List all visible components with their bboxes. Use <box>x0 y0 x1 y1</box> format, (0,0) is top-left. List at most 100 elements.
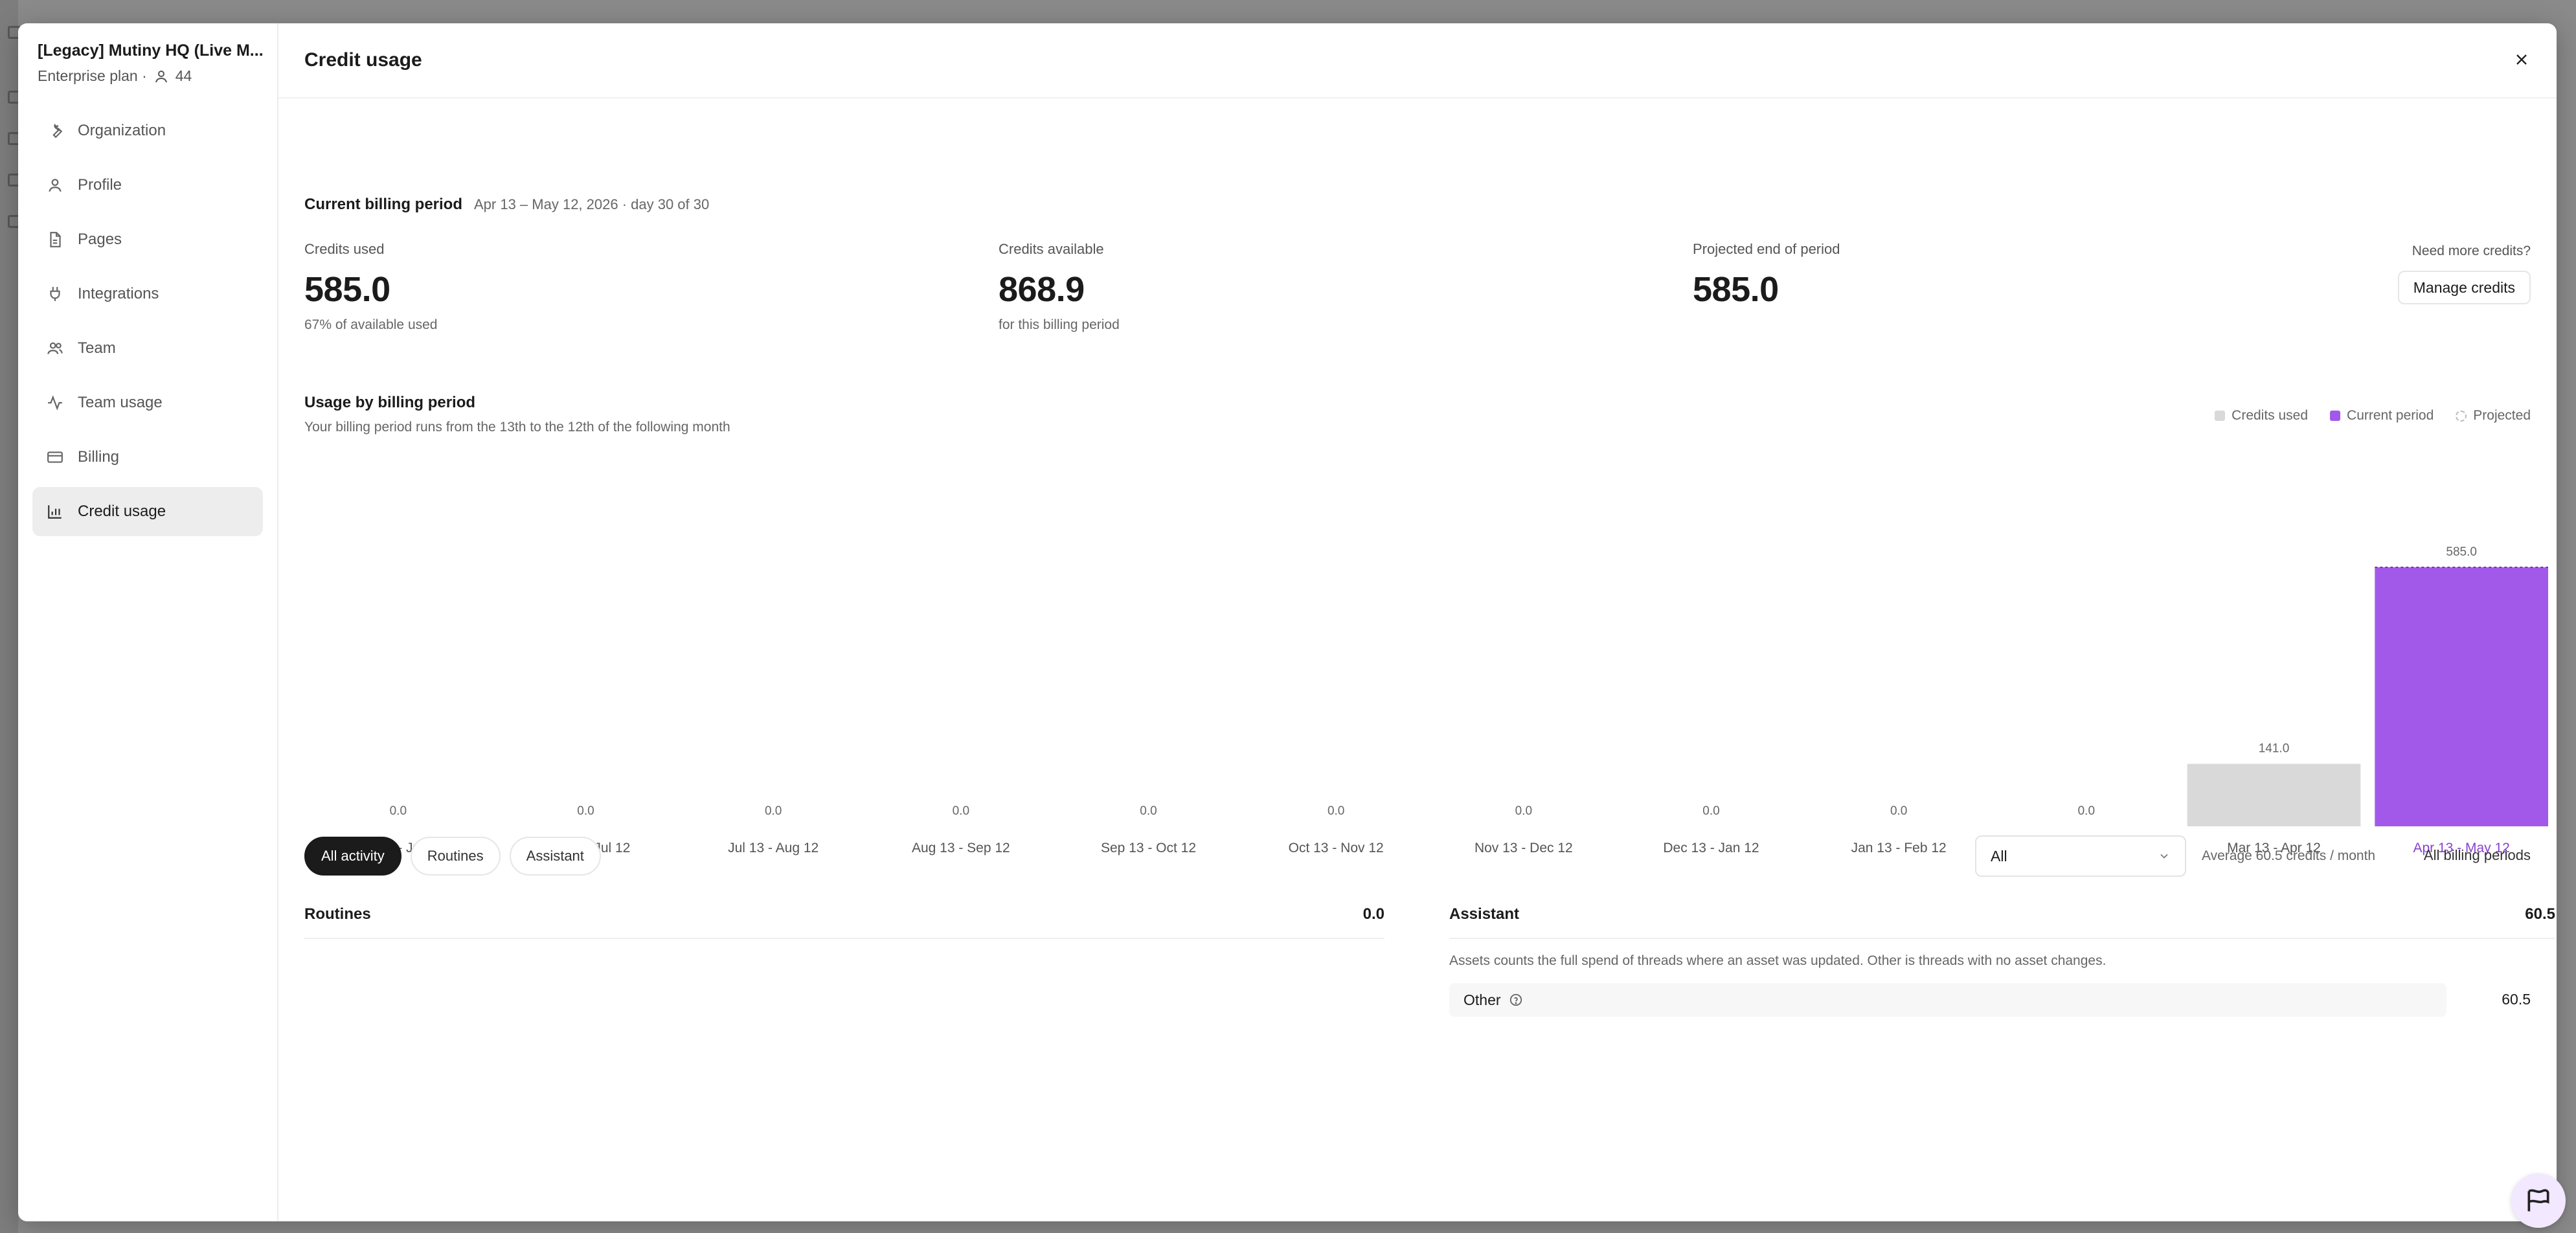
x-axis-tick-label: Dec 13 - Jan 12 <box>1663 841 1759 855</box>
tab-routines[interactable]: Routines <box>410 837 501 876</box>
billing-period-title: Current billing period <box>304 196 462 213</box>
sidebar-item-organization[interactable]: Organization <box>32 106 263 155</box>
plug-icon <box>50 287 60 301</box>
credits-available-label: Credits available <box>999 241 1104 257</box>
billing-period-range: Apr 13 – May 12, 2026 · day 30 of 30 <box>474 196 710 212</box>
sidebar-item-credit-usage[interactable]: Credit usage <box>32 487 263 536</box>
tab-assistant[interactable]: Assistant <box>509 837 601 876</box>
assistant-panel-header: Assistant 60.5 <box>1449 905 2555 923</box>
org-name: [Legacy] Mutiny HQ (Live M... <box>38 41 264 60</box>
sidebar-item-team[interactable]: Team <box>32 324 263 373</box>
credits-available-value: 868.9 <box>999 270 1085 309</box>
routines-panel-header: Routines 0.0 <box>304 905 1384 923</box>
activity-filter-select[interactable]: All <box>1975 835 2186 877</box>
bar-value-label: 0.0 <box>953 804 969 818</box>
assistant-row-other: Other <box>1449 983 2446 1017</box>
settings-nav: Organization Profile Pages Integrations … <box>32 106 263 541</box>
projected-stat: Projected end of period 585.0 <box>1693 241 1840 310</box>
credits-used-label: Credits used <box>304 241 385 257</box>
chart-legend: Credits used Current period Projected <box>2215 408 2531 424</box>
user-icon <box>49 179 62 192</box>
x-axis-tick-label: Jul 13 - Aug 12 <box>728 841 819 855</box>
sidebar-item-billing[interactable]: Billing <box>32 433 263 482</box>
sidebar-item-label: Integrations <box>78 285 159 302</box>
activity-tabs: All activity Routines Assistant <box>304 837 601 876</box>
support-chat-button[interactable] <box>2511 1173 2566 1228</box>
tab-all-activity[interactable]: All activity <box>304 837 401 876</box>
assistant-note: Assets counts the full spend of threads … <box>1449 953 2107 968</box>
x-axis-tick-label: Oct 13 - Nov 12 <box>1289 841 1384 855</box>
credits-available-stat: Credits available 868.9 for this billing… <box>999 241 1120 333</box>
legend-swatch <box>2215 411 2226 421</box>
bar-value-label: 0.0 <box>765 804 782 818</box>
sidebar-item-label: Billing <box>78 448 120 466</box>
sidebar-item-integrations[interactable]: Integrations <box>32 269 263 319</box>
sidebar-item-pages[interactable]: Pages <box>32 215 263 264</box>
row-label: Other <box>1463 991 1501 1008</box>
flag-icon <box>2527 1189 2549 1212</box>
projected-value: 585.0 <box>1693 270 1779 309</box>
legend-projected: Projected <box>2456 408 2531 424</box>
routines-title: Routines <box>304 905 371 923</box>
usage-title: Usage by billing period <box>304 394 476 411</box>
x-axis-tick-label: Nov 13 - Dec 12 <box>1474 841 1573 855</box>
bar-value-label: 0.0 <box>1328 804 1344 818</box>
bar-chart-icon <box>48 505 62 519</box>
sidebar-item-label: Organization <box>78 122 166 139</box>
member-icon <box>155 70 167 82</box>
sidebar-item-profile[interactable]: Profile <box>32 161 263 210</box>
legend-swatch <box>2456 410 2467 422</box>
bar-value-label: 0.0 <box>1702 804 1719 818</box>
plan-label: Enterprise plan · <box>38 67 147 84</box>
page-title: Credit usage <box>304 49 422 71</box>
usage-bar-chart: 0.0May 13 - Jun 120.0Jun 13 - Jul 120.0J… <box>350 545 2548 855</box>
projected-label: Projected end of period <box>1693 241 1840 257</box>
bar-value-label: 0.0 <box>1890 804 1907 818</box>
bar-value-label: 141.0 <box>2259 742 2290 756</box>
modal-header: Credit usage <box>278 23 2557 98</box>
sidebar-item-label: Pages <box>78 231 122 248</box>
credits-available-sub: for this billing period <box>999 317 1120 332</box>
manage-credits-button[interactable]: Manage credits <box>2397 271 2531 304</box>
assistant-total: 60.5 <box>2525 905 2555 923</box>
credits-used-stat: Credits used 585.0 67% of available used <box>304 241 437 333</box>
close-icon <box>2516 54 2527 65</box>
all-billing-periods-link[interactable]: All billing periods <box>2424 847 2531 864</box>
routines-total: 0.0 <box>1362 905 1384 923</box>
bar-value-label: 0.0 <box>390 804 407 818</box>
legend-label: Credits used <box>2231 408 2309 423</box>
x-axis-tick-label: Sep 13 - Oct 12 <box>1101 841 1196 855</box>
credits-used-value: 585.0 <box>304 270 390 309</box>
filter-value: All <box>1991 847 2007 865</box>
current-period-bar <box>2375 567 2548 826</box>
org-meta: Enterprise plan · 44 <box>38 67 192 85</box>
legend-current-period: Current period <box>2330 408 2434 424</box>
divider <box>304 938 1384 939</box>
sidebar-item-team-usage[interactable]: Team usage <box>32 378 263 427</box>
average-credits: Average 60.5 credits / month <box>2202 848 2376 863</box>
sidebar-item-label: Profile <box>78 176 122 194</box>
need-more-credits: Need more credits? <box>2412 243 2531 258</box>
main-panel: Credit usage Current billing period Apr … <box>278 23 2557 1221</box>
billing-period-header: Current billing period Apr 13 – May 12, … <box>304 196 709 214</box>
activity-icon <box>48 395 62 411</box>
member-count: 44 <box>175 67 192 84</box>
credits-used-bar <box>2187 764 2361 826</box>
backdrop <box>0 0 21 1233</box>
row-value: 60.5 <box>2502 991 2531 1008</box>
close-button[interactable] <box>2510 48 2533 71</box>
help-circle-icon[interactable] <box>1509 993 1523 1007</box>
bar-value-label: 0.0 <box>1515 804 1532 818</box>
legend-label: Current period <box>2347 408 2434 423</box>
wrench-icon <box>52 123 63 139</box>
credits-used-sub: 67% of available used <box>304 317 438 332</box>
bar-value-label: 0.0 <box>577 804 594 818</box>
content: Current billing period Apr 13 – May 12, … <box>304 97 2555 1221</box>
bar-value-label: 0.0 <box>1140 804 1157 818</box>
legend-credits-used: Credits used <box>2215 408 2308 424</box>
bar-value-label: 0.0 <box>2078 804 2095 818</box>
legend-label: Projected <box>2473 408 2531 423</box>
legend-swatch <box>2330 411 2341 421</box>
divider <box>1449 938 2555 939</box>
sidebar-item-label: Credit usage <box>78 503 166 520</box>
